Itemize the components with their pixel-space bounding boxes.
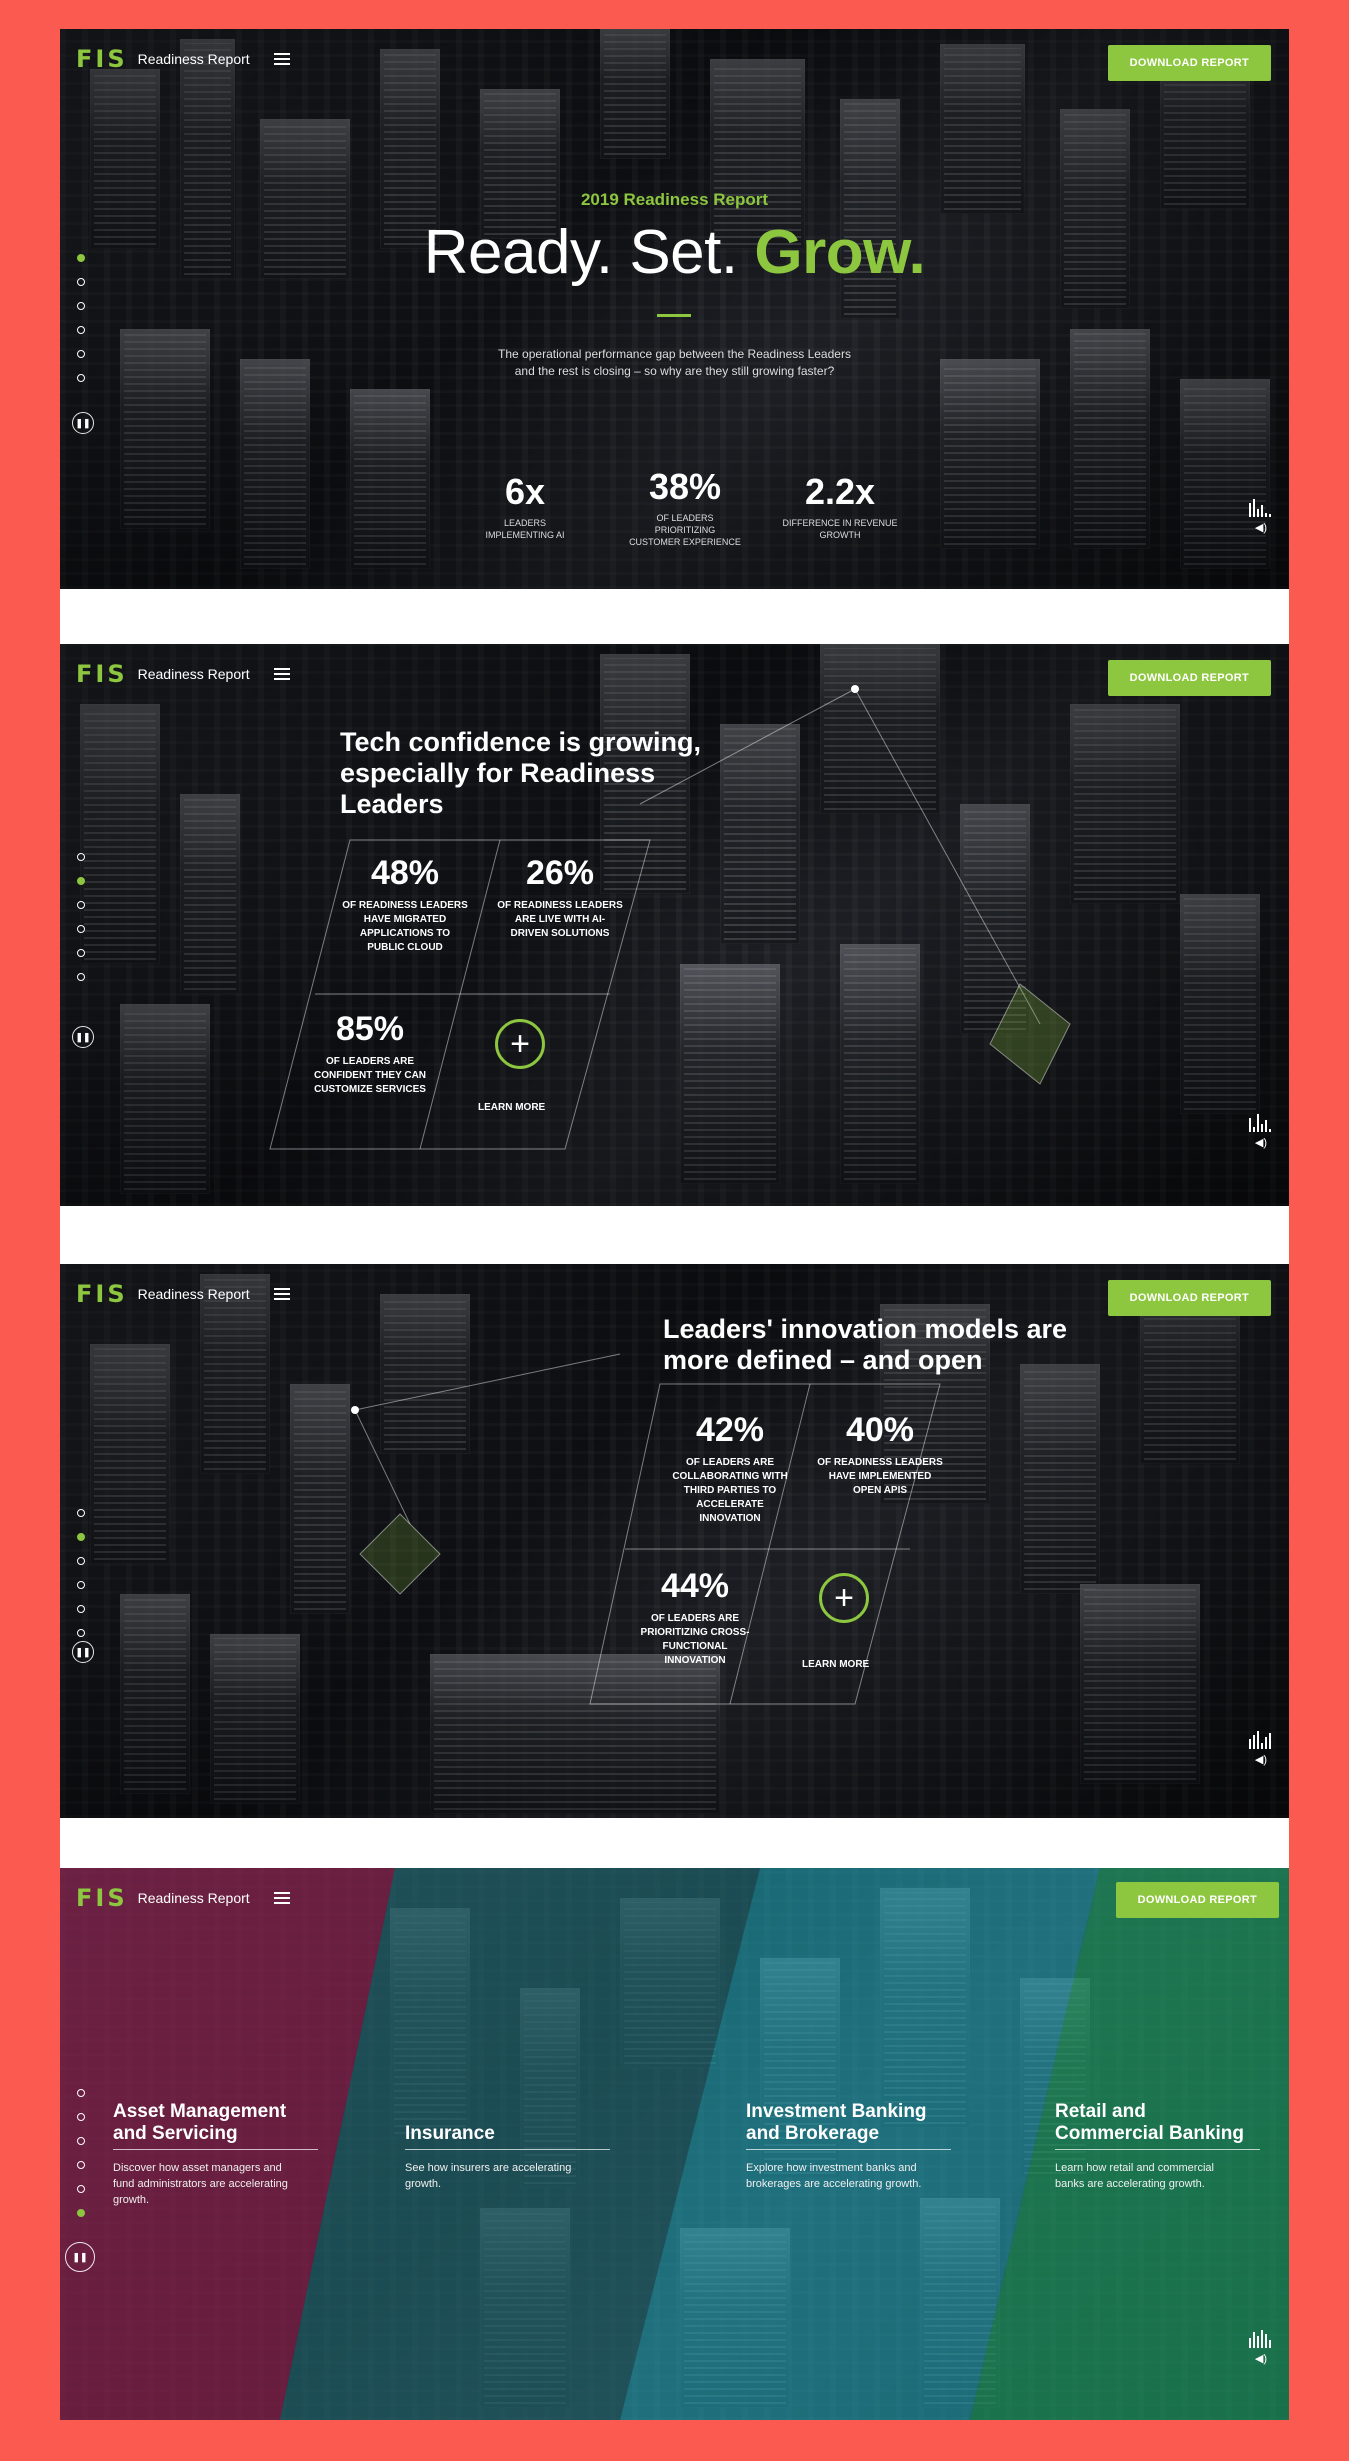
section-dots bbox=[77, 853, 85, 981]
download-report-button[interactable]: DOWNLOAD REPORT bbox=[1107, 660, 1271, 696]
section-dot-4[interactable] bbox=[77, 1581, 85, 1589]
hero-stat-ai: 6x LEADERS IMPLEMENTING AI bbox=[485, 471, 565, 540]
pause-icon[interactable]: ❚❚ bbox=[65, 2242, 95, 2272]
stat-cross-functional: 44% OF LEADERS ARE PRIORITIZING CROSS- FUN… bbox=[640, 1567, 750, 1666]
learn-more-link[interactable]: LEARN MORE bbox=[802, 1659, 869, 1670]
report-name: Readiness Report bbox=[137, 1890, 250, 1906]
section-dot-3[interactable] bbox=[77, 302, 85, 310]
section-dot-5[interactable] bbox=[77, 949, 85, 957]
learn-more-plus-icon[interactable]: + bbox=[819, 1573, 869, 1623]
volume-icon[interactable]: ◀) bbox=[1255, 2352, 1267, 2365]
section-dot-1[interactable] bbox=[77, 853, 85, 861]
section-title: Leaders' innovation models are more defi… bbox=[663, 1314, 1068, 1375]
volume-icon[interactable]: ◀) bbox=[1255, 521, 1267, 534]
report-name: Readiness Report bbox=[137, 666, 250, 682]
section-dot-1[interactable] bbox=[77, 2089, 85, 2097]
stat-open-apis: 40% OF READINESS LEADERS HAVE IMPLEMENTED… bbox=[817, 1411, 943, 1496]
pause-icon[interactable]: ❚❚ bbox=[72, 1026, 94, 1048]
section-dot-5[interactable] bbox=[77, 2185, 85, 2193]
section-dot-6[interactable] bbox=[77, 973, 85, 981]
hero-title-part1: Ready. Set. bbox=[423, 218, 755, 287]
hero-title-grow: Grow. bbox=[754, 218, 926, 287]
stat-ai: 26% OF READINESS LEADERS ARE LIVE WITH AI… bbox=[497, 854, 623, 939]
hero-divider bbox=[657, 314, 691, 317]
stat-third-parties: 42% OF LEADERS ARE COLLABORATING WITH THIR… bbox=[672, 1411, 788, 1524]
report-name: Readiness Report bbox=[137, 51, 250, 67]
fis-logo-mark: FIS bbox=[76, 1884, 128, 1912]
equalizer-icon[interactable] bbox=[1249, 499, 1271, 517]
industries-panel: FIS Readiness Report DOWNLOAD REPORT ❚❚ … bbox=[60, 1868, 1289, 2420]
section-dot-5[interactable] bbox=[77, 1605, 85, 1613]
fis-logo-mark: FIS bbox=[76, 660, 128, 688]
hamburger-icon[interactable] bbox=[273, 668, 290, 680]
hero-kicker: 2019 Readiness Report bbox=[580, 190, 769, 209]
hero-stat-revenue: 2.2x DIFFERENCE IN REVENUE GROWTH bbox=[782, 471, 898, 540]
section-dots bbox=[77, 1509, 85, 1637]
section-dot-6[interactable] bbox=[77, 2209, 85, 2217]
section-dot-1[interactable] bbox=[77, 1509, 85, 1517]
equalizer-icon[interactable] bbox=[1249, 1114, 1271, 1132]
fis-logo[interactable]: FIS Readiness Report bbox=[76, 1280, 290, 1308]
section-dot-2[interactable] bbox=[77, 2113, 85, 2121]
section-dot-3[interactable] bbox=[77, 901, 85, 909]
download-report-button[interactable]: DOWNLOAD REPORT bbox=[1107, 45, 1271, 81]
hero-subtitle: The operational performance gap between … bbox=[498, 347, 851, 378]
section-dot-2[interactable] bbox=[77, 1533, 85, 1541]
equalizer-icon[interactable] bbox=[1249, 1731, 1271, 1749]
section-dot-3[interactable] bbox=[77, 2137, 85, 2145]
pause-icon[interactable]: ❚❚ bbox=[72, 412, 94, 434]
stat-cloud: 48% OF READINESS LEADERS HAVE MIGRATED APP… bbox=[342, 854, 468, 953]
volume-icon[interactable]: ◀) bbox=[1255, 1136, 1267, 1149]
pause-icon[interactable]: ❚❚ bbox=[72, 1641, 94, 1663]
fis-logo[interactable]: FIS Readiness Report bbox=[76, 45, 290, 73]
section-dot-6[interactable] bbox=[77, 1629, 85, 1637]
download-report-button[interactable]: DOWNLOAD REPORT bbox=[1115, 1882, 1279, 1918]
equalizer-icon[interactable] bbox=[1249, 2330, 1271, 2348]
report-name: Readiness Report bbox=[137, 1286, 250, 1302]
fis-logo[interactable]: FIS Readiness Report bbox=[76, 660, 290, 688]
download-report-button[interactable]: DOWNLOAD REPORT bbox=[1107, 1280, 1271, 1316]
tech-confidence-panel: FIS Readiness Report DOWNLOAD REPORT ❚❚ … bbox=[60, 644, 1289, 1206]
hero-title: Ready. Set. Grow. bbox=[60, 217, 1289, 288]
fis-logo[interactable]: FIS Readiness Report bbox=[76, 1884, 290, 1912]
stat-customize: 85% OF LEADERS ARE CONFIDENT THEY CAN CUST… bbox=[313, 1010, 427, 1095]
innovation-panel: FIS Readiness Report DOWNLOAD REPORT ❚❚ … bbox=[60, 1264, 1289, 1818]
learn-more-link[interactable]: LEARN MORE bbox=[478, 1102, 545, 1113]
learn-more-plus-icon[interactable]: + bbox=[495, 1019, 545, 1069]
hamburger-icon[interactable] bbox=[273, 1892, 290, 1904]
hero-stat-cx: 38% OF LEADERS PRIORITIZING CUSTOMER EXPER… bbox=[629, 466, 741, 547]
fis-logo-mark: FIS bbox=[76, 45, 128, 73]
section-dot-4[interactable] bbox=[77, 2161, 85, 2169]
fis-logo-mark: FIS bbox=[76, 1280, 128, 1308]
section-dot-4[interactable] bbox=[77, 925, 85, 933]
section-title: Tech confidence is growing, especially f… bbox=[340, 727, 702, 819]
hamburger-icon[interactable] bbox=[273, 53, 290, 65]
section-dot-3[interactable] bbox=[77, 1557, 85, 1565]
hamburger-icon[interactable] bbox=[273, 1288, 290, 1300]
section-dot-2[interactable] bbox=[77, 877, 85, 885]
volume-icon[interactable]: ◀) bbox=[1255, 1753, 1267, 1766]
hero-panel: FIS Readiness Report DOWNLOAD REPORT ❚❚ … bbox=[60, 29, 1289, 589]
section-dot-4[interactable] bbox=[77, 326, 85, 334]
section-dots bbox=[77, 2089, 85, 2217]
